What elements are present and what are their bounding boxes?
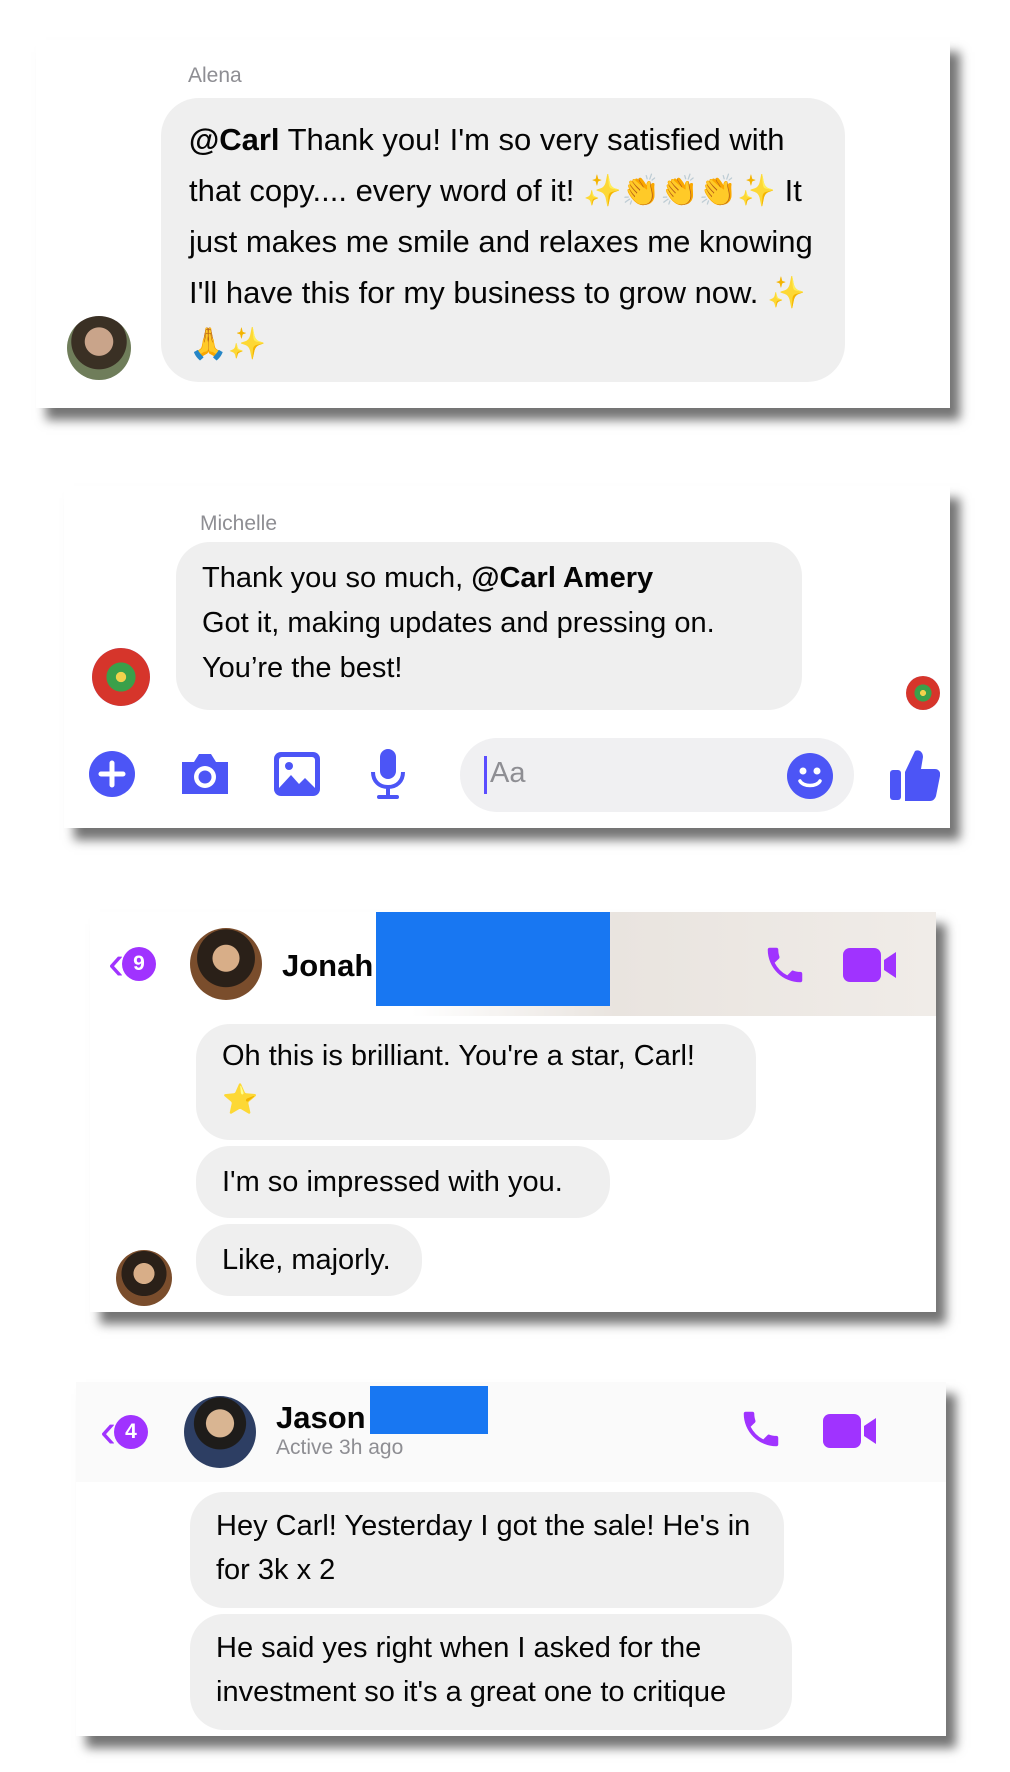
video-call-icon[interactable] [822,1410,878,1452]
message-input-placeholder: Aa [490,757,526,789]
message-text: Thank you! I'm so very satisfied with th… [189,122,813,361]
microphone-icon[interactable] [370,748,406,800]
chat-header: ‹ 4 Jason Active 3h ago [76,1382,946,1482]
message-bubble[interactable]: @Carl Thank you! I'm so very satisfied w… [161,98,845,382]
camera-icon[interactable] [178,750,232,798]
contact-avatar[interactable] [184,1396,256,1468]
back-button[interactable]: ‹ 9 [108,940,156,988]
sender-name: Alena [188,64,242,87]
contact-name[interactable]: Jonah [282,948,373,984]
message-bubble[interactable]: Thank you so much, @Carl Amery Got it, m… [176,542,802,710]
message-input[interactable]: Aa [460,738,854,812]
unread-count-badge: 9 [121,947,156,981]
emoji-icon[interactable] [786,752,834,800]
message-bubble[interactable]: Oh this is brilliant. You're a star, Car… [196,1024,756,1140]
michelle-message-card: Michelle Thank you so much, @Carl Amery … [64,486,950,828]
message-bubble[interactable]: Hey Carl! Yesterday I got the sale! He's… [190,1492,784,1608]
sender-name: Michelle [200,512,278,535]
mention[interactable]: @Carl [189,122,280,157]
text-caret [484,756,487,794]
jason-chat-card: ‹ 4 Jason Active 3h ago Hey Carl! Yester… [76,1382,946,1736]
message-text: Got it, making updates and pressing on. … [202,607,715,684]
message-prefix: Thank you so much, [202,562,472,594]
mention[interactable]: @Carl Amery [471,562,653,594]
contact-name[interactable]: Jason [276,1400,366,1436]
message-bubble[interactable]: I'm so impressed with you. [196,1146,610,1218]
plus-circle-icon[interactable] [88,750,136,798]
unread-count-badge: 4 [113,1415,148,1449]
alena-message-card: Alena @Carl Thank you! I'm so very satis… [36,40,950,408]
thumbs-up-icon[interactable] [888,746,940,802]
back-button[interactable]: ‹ 4 [100,1408,148,1456]
avatar[interactable] [67,316,131,380]
active-status: Active 3h ago [276,1436,404,1459]
phone-icon[interactable] [762,942,808,988]
chat-header: ‹ 9 Jonah [90,912,936,1016]
avatar[interactable] [116,1250,172,1306]
redacted-surname [376,912,610,1006]
redacted-surname [370,1386,488,1434]
contact-avatar[interactable] [190,928,262,1000]
image-icon[interactable] [272,750,322,798]
message-bubble[interactable]: He said yes right when I asked for the i… [190,1614,792,1730]
phone-icon[interactable] [738,1406,784,1452]
read-receipt-avatar [906,676,940,710]
jonah-chat-card: ‹ 9 Jonah Oh this is brilliant. You're a… [90,912,936,1312]
message-bubble[interactable]: Like, majorly. [196,1224,422,1296]
video-call-icon[interactable] [842,944,898,986]
avatar[interactable] [92,648,150,706]
